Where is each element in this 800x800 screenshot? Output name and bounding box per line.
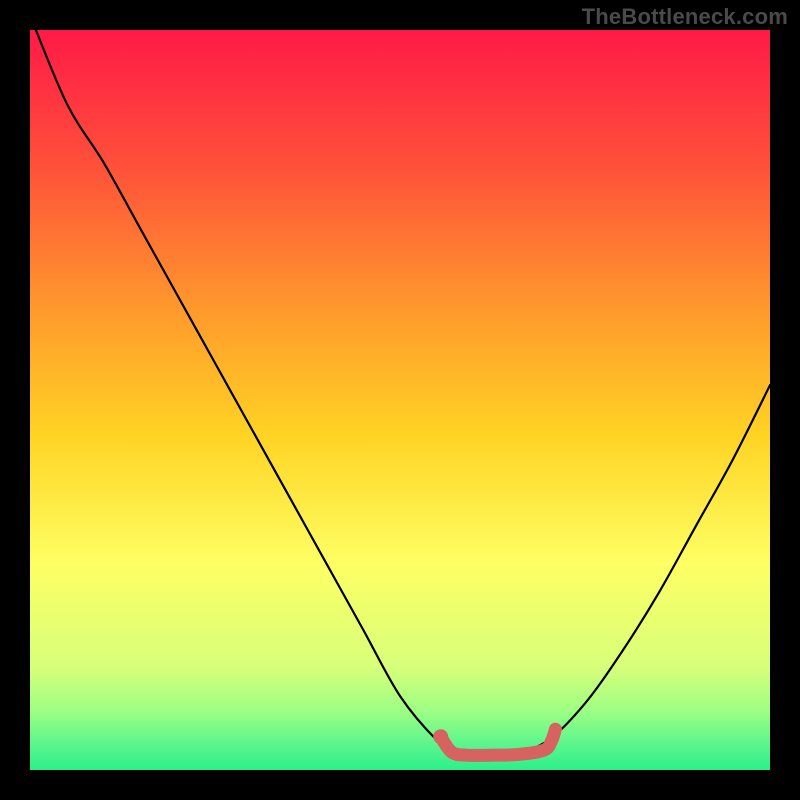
accent-layer [30,30,770,770]
plot-container [30,30,770,770]
chart-frame: TheBottleneck.com [0,0,800,800]
accent-dot [433,729,448,744]
plot-area [30,30,770,770]
accent-segment [441,729,556,755]
watermark-text: TheBottleneck.com [582,4,788,30]
